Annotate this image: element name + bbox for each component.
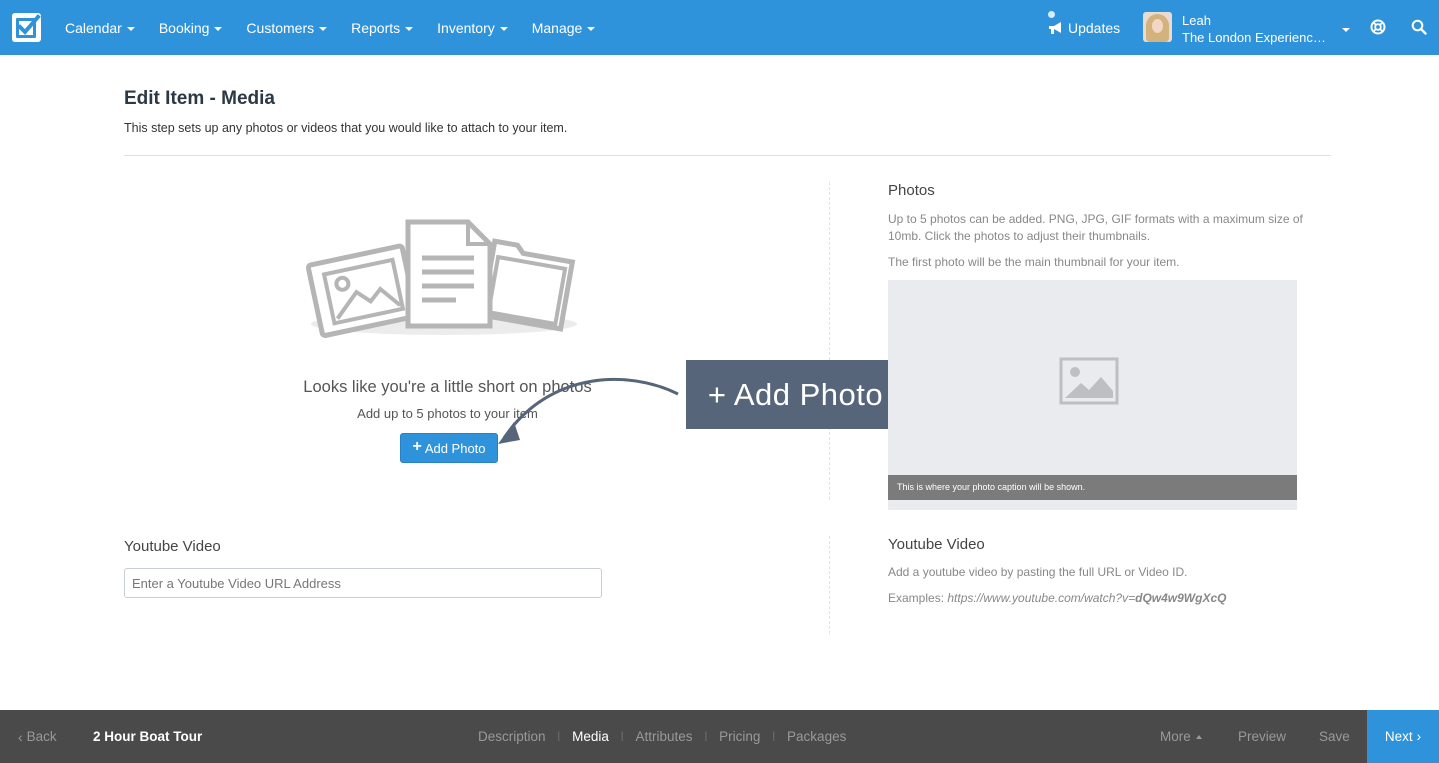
caret-down-icon <box>499 26 508 31</box>
image-placeholder-icon <box>1059 357 1119 410</box>
search-icon[interactable] <box>1411 19 1427 40</box>
example-url: https://www.youtube.com/watch?v= <box>947 591 1136 605</box>
more-button[interactable]: More <box>1160 710 1202 763</box>
plus-icon: + <box>412 438 422 455</box>
next-label: Next <box>1384 729 1413 744</box>
next-button[interactable]: Next › <box>1367 710 1439 763</box>
photo-preview: This is where your photo caption will be… <box>888 280 1297 510</box>
save-button[interactable]: Save <box>1319 710 1350 763</box>
caret-down-icon <box>587 26 596 31</box>
photo-caption: This is where your photo caption will be… <box>888 475 1297 500</box>
example-video-id: dQw4w9WgXcQ <box>1135 591 1227 605</box>
megaphone-icon <box>1048 21 1064 38</box>
nav-booking[interactable]: Booking <box>147 0 235 55</box>
item-name: 2 Hour Boat Tour <box>93 729 203 744</box>
caret-down-icon <box>214 26 223 31</box>
user-name: Leah <box>1182 13 1211 28</box>
more-label: More <box>1160 729 1191 744</box>
youtube-label: Youtube Video <box>124 538 221 555</box>
callout-arrow <box>498 378 679 444</box>
nav-reports-label: Reports <box>351 19 401 36</box>
nav-customers-label: Customers <box>246 19 315 36</box>
tab-packages[interactable]: Packages <box>775 729 858 744</box>
preview-button[interactable]: Preview <box>1238 710 1286 763</box>
nav-booking-label: Booking <box>158 19 210 36</box>
tab-media[interactable]: Media <box>560 729 621 744</box>
caret-down-icon <box>126 26 135 31</box>
user-org: The London Experienc… <box>1182 30 1326 45</box>
chevron-right-icon: › <box>1416 729 1422 744</box>
avatar <box>1143 12 1172 42</box>
tab-description[interactable]: Description <box>466 729 558 744</box>
photos-note: The first photo will be the main thumbna… <box>888 255 1180 269</box>
user-menu-caret-icon[interactable] <box>1342 28 1350 32</box>
add-photo-button[interactable]: + Add Photo <box>400 433 498 463</box>
youtube-url-input[interactable] <box>124 568 602 598</box>
caret-down-icon <box>405 26 414 31</box>
nav-calendar-label: Calendar <box>65 19 122 36</box>
updates-label: Updates <box>1068 19 1121 36</box>
youtube-examples: Examples: https://www.youtube.com/watch?… <box>888 591 1226 605</box>
step-tabs: Description | Media | Attributes | Prici… <box>466 710 858 763</box>
notification-dot <box>1048 11 1055 18</box>
back-button[interactable]: ‹ Back <box>18 710 57 763</box>
back-label: Back <box>26 729 57 744</box>
page-subtitle: This step sets up any photos or videos t… <box>124 121 568 135</box>
youtube-help-description: Add a youtube video by pasting the full … <box>888 565 1188 579</box>
photos-title: Photos <box>888 182 935 199</box>
tab-pricing[interactable]: Pricing <box>707 729 772 744</box>
help-lifebuoy-icon[interactable] <box>1370 19 1386 40</box>
tab-attributes[interactable]: Attributes <box>624 729 705 744</box>
photos-description: Up to 5 photos can be added. PNG, JPG, G… <box>888 212 1303 243</box>
column-divider <box>829 536 830 634</box>
youtube-help-title: Youtube Video <box>888 536 985 553</box>
caret-down-icon <box>319 26 328 31</box>
nav-customers[interactable]: Customers <box>234 0 339 55</box>
chevron-left-icon: ‹ <box>18 728 23 745</box>
add-photo-label: Add Photo <box>424 440 486 456</box>
bottom-action-bar: ‹ Back 2 Hour Boat Tour Description | Me… <box>0 710 1439 763</box>
add-photo-callout: + Add Photo <box>686 360 905 429</box>
nav-calendar[interactable]: Calendar <box>53 0 147 55</box>
top-navbar: Calendar Booking Customers Reports Inven… <box>0 0 1439 55</box>
header-divider <box>124 155 1331 156</box>
page-title: Edit Item - Media <box>124 88 275 109</box>
caret-up-icon <box>1195 734 1202 739</box>
nav-manage-label: Manage <box>531 19 583 36</box>
examples-label: Examples: <box>888 591 948 605</box>
nav-inventory-label: Inventory <box>437 19 495 36</box>
empty-photos-illustration <box>305 214 586 344</box>
nav-reports[interactable]: Reports <box>339 0 425 55</box>
main-nav: Calendar Booking Customers Reports Inven… <box>53 0 607 55</box>
column-divider <box>829 182 830 500</box>
updates-button[interactable]: Updates <box>1048 0 1120 55</box>
nav-manage[interactable]: Manage <box>520 0 608 55</box>
user-menu[interactable]: Leah The London Experienc… <box>1143 12 1326 46</box>
check-logo-icon[interactable] <box>12 13 41 42</box>
nav-inventory[interactable]: Inventory <box>425 0 520 55</box>
